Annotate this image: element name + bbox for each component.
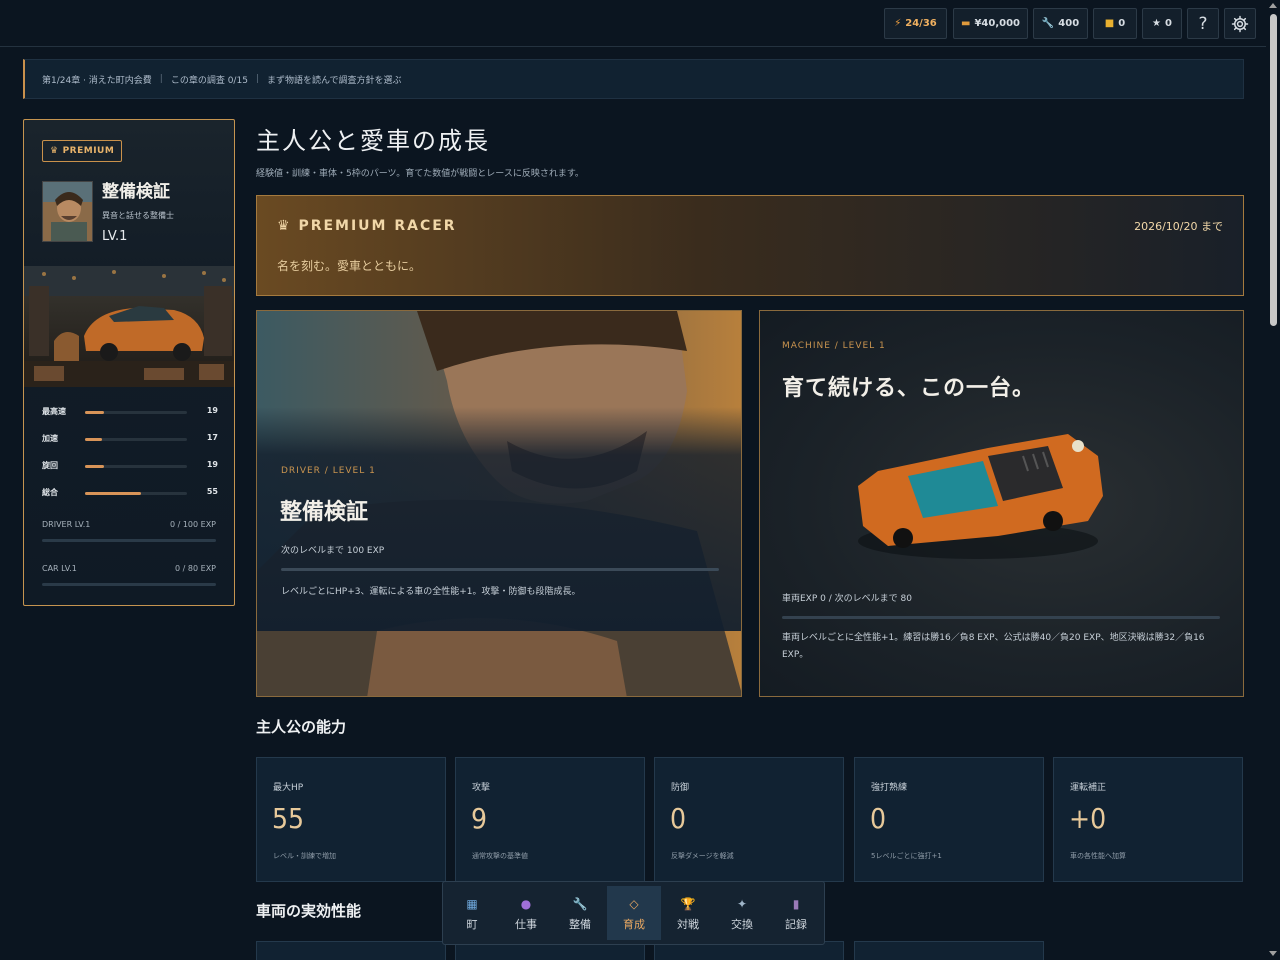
lightning-icon: ⚡ bbox=[894, 18, 902, 29]
stat-top-speed: 最高速 19 bbox=[42, 406, 218, 416]
page-title: 主人公と愛車の成長 bbox=[256, 127, 490, 155]
star-icon: ★ bbox=[1152, 18, 1161, 29]
machine-exp-progress bbox=[782, 616, 1220, 619]
driver-kicker: DRIVER / LEVEL 1 bbox=[281, 466, 376, 476]
cash-icon: ▬ bbox=[961, 18, 971, 29]
profile-card: ♛ PREMIUM 整備検証 異音と話せる整備士 LV.1 最高速 19 加速 … bbox=[23, 119, 235, 606]
car-exp-bar bbox=[42, 583, 216, 586]
help-button[interactable]: ? bbox=[1187, 8, 1219, 39]
scroll-thumb[interactable] bbox=[1270, 14, 1277, 326]
premium-badge: ♛ PREMIUM bbox=[42, 140, 123, 162]
driver-exp-bar bbox=[42, 539, 216, 542]
profile-name: 整備検証 bbox=[102, 182, 170, 202]
wrench-icon: 🔧 bbox=[572, 897, 588, 911]
ability-power-strike: 強打熟練 0 5レベルごとに強打+1 bbox=[854, 757, 1044, 882]
stat-cornering: 旋回 19 bbox=[42, 460, 218, 470]
ability-attack: 攻撃 9 通常攻撃の基準値 bbox=[455, 757, 645, 882]
vehicle-stat-card bbox=[256, 941, 446, 960]
wrench-icon: 🔧 bbox=[1041, 18, 1055, 29]
stat-acceleration: 加速 17 bbox=[42, 433, 218, 443]
premium-title: ♛ PREMIUM RACER bbox=[277, 218, 457, 234]
settings-button[interactable] bbox=[1224, 8, 1256, 39]
ability-driving-bonus: 運転補正 +0 車の各性能へ加算 bbox=[1053, 757, 1243, 882]
machine-title: 育て続ける、この一台。 bbox=[782, 375, 1036, 401]
stat-bar-fill bbox=[85, 438, 103, 441]
page-scrollbar[interactable] bbox=[1266, 0, 1280, 960]
stat-overall: 総合 55 bbox=[42, 487, 218, 497]
ability-max-hp: 最大HP 55 レベル・訓練で増加 bbox=[256, 757, 446, 882]
page-description: 経験値・訓練・車体・5枠のパーツ。育てた数値が戦闘とレースに反映されます。 bbox=[256, 169, 584, 179]
nav-battle[interactable]: 🏆 対戦 bbox=[661, 886, 715, 940]
machine-kicker: MACHINE / LEVEL 1 bbox=[782, 341, 886, 351]
chapter-hint: まず物語を読んで調査方針を選ぶ bbox=[266, 75, 402, 86]
car-image bbox=[858, 434, 1103, 559]
driver-name: 整備検証 bbox=[280, 499, 369, 525]
parts-counter[interactable]: 🔧 400 bbox=[1033, 8, 1088, 39]
sparkle-icon: ✦ bbox=[736, 897, 748, 911]
map-icon: ▦ bbox=[466, 897, 478, 911]
chapter-label: 第1/24章 · 消えた町内会費 bbox=[42, 75, 152, 86]
nav-training[interactable]: ◇ 育成 bbox=[607, 886, 661, 940]
nav-exchange[interactable]: ✦ 交換 bbox=[715, 886, 769, 940]
chapter-breadcrumb: 第1/24章 · 消えた町内会費 | この章の調査 0/15 | まず物語を読ん… bbox=[23, 59, 1244, 99]
machine-card: MACHINE / LEVEL 1 育て続ける、この一台。 車両EXP 0 / … bbox=[759, 310, 1244, 697]
top-bar: ⚡ 24/36 ▬ ¥40,000 🔧 400 ■ 0 ★ 0 ? bbox=[0, 0, 1266, 47]
nav-maintenance[interactable]: 🔧 整備 bbox=[553, 886, 607, 940]
premium-tagline: 名を刻む。愛車とともに。 bbox=[277, 259, 422, 273]
abilities-section-title: 主人公の能力 bbox=[256, 718, 347, 736]
profile-level: LV.1 bbox=[102, 229, 128, 244]
book-icon: ▮ bbox=[792, 897, 800, 911]
files-counter[interactable]: ■ 0 bbox=[1093, 8, 1137, 39]
machine-growth-info: 車両レベルごとに全性能+1。練習は勝16／負8 EXP、公式は勝40／負20 E… bbox=[782, 633, 1205, 660]
scroll-down-icon[interactable] bbox=[1269, 951, 1277, 956]
crown-icon: ♛ bbox=[277, 218, 292, 234]
vehicle-stat-card bbox=[854, 941, 1044, 960]
vehicle-section-title: 車両の実効性能 bbox=[256, 902, 362, 920]
stat-bar-fill bbox=[85, 465, 105, 468]
avatar bbox=[42, 181, 93, 242]
driver-growth-info: レベルごとにHP+3、運転による車の全性能+1。攻撃・防御も段階成長。 bbox=[281, 587, 581, 597]
diamond-icon: ◇ bbox=[629, 897, 639, 911]
investigation-progress: この章の調査 0/15 bbox=[170, 75, 248, 86]
nav-records[interactable]: ▮ 記録 bbox=[769, 886, 823, 940]
energy-counter[interactable]: ⚡ 24/36 bbox=[884, 8, 947, 39]
nav-town[interactable]: ▦ 町 bbox=[445, 886, 499, 940]
driver-card: DRIVER / LEVEL 1 整備検証 次のレベルまで 100 EXP レベ… bbox=[256, 310, 742, 697]
garage-image bbox=[24, 266, 234, 387]
stat-bar-fill bbox=[85, 492, 142, 495]
driver-next-level: 次のレベルまで 100 EXP bbox=[281, 546, 385, 556]
profile-subtitle: 異音と話せる整備士 bbox=[102, 211, 174, 220]
stars-counter[interactable]: ★ 0 bbox=[1142, 8, 1182, 39]
scroll-up-icon[interactable] bbox=[1269, 3, 1277, 8]
ability-defense: 防御 0 反撃ダメージを軽減 bbox=[654, 757, 844, 882]
crown-icon: ♛ bbox=[50, 146, 59, 156]
bottom-nav: ▦ 町 ● 仕事 🔧 整備 ◇ 育成 🏆 対戦 ✦ 交換 ▮ 記録 bbox=[442, 881, 825, 945]
driver-exp-progress bbox=[281, 568, 719, 571]
gear-icon bbox=[1231, 15, 1249, 32]
nav-jobs[interactable]: ● 仕事 bbox=[499, 886, 553, 940]
premium-banner: ♛ PREMIUM RACER 2026/10/20 まで 名を刻む。愛車ととも… bbox=[256, 195, 1244, 296]
money-counter[interactable]: ▬ ¥40,000 bbox=[953, 8, 1028, 39]
trophy-icon: 🏆 bbox=[680, 897, 696, 911]
premium-expiry: 2026/10/20 まで bbox=[1134, 220, 1223, 233]
job-icon: ● bbox=[520, 897, 532, 911]
folder-icon: ■ bbox=[1104, 18, 1115, 29]
machine-exp: 車両EXP 0 / 次のレベルまで 80 bbox=[782, 594, 912, 604]
stat-bar-fill bbox=[85, 411, 105, 414]
